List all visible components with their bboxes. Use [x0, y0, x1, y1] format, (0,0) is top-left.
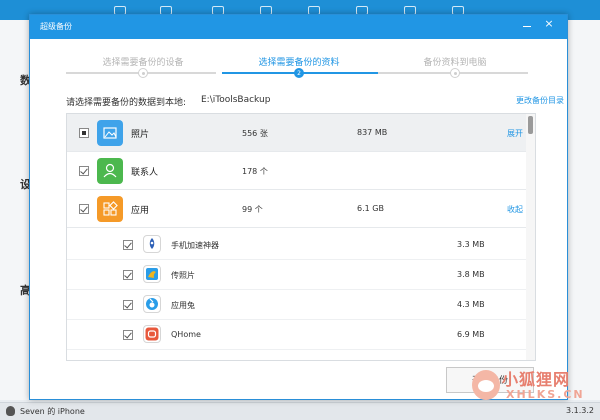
category-count: 99 个 [242, 205, 263, 214]
step-1-label: 选择需要备份的设备 [102, 58, 184, 68]
app-checkbox[interactable] [123, 330, 133, 340]
qhome-icon [143, 325, 161, 343]
app-name: QHome [171, 330, 201, 339]
app-row[interactable]: 手机加速神器 3.3 MB [67, 230, 527, 260]
apps-icon [97, 196, 123, 222]
app-size: 6.9 MB [457, 330, 485, 339]
app-size: 3.3 MB [457, 240, 485, 249]
category-count: 178 个 [242, 167, 268, 176]
photos-checkbox[interactable] [79, 128, 89, 138]
category-name: 联系人 [131, 168, 159, 178]
contact-icon [97, 158, 123, 184]
watermark: 小狐狸网 XHLKS.CN [470, 366, 596, 406]
collapse-link[interactable]: 收起 [507, 204, 523, 215]
backup-data-list: 照片 556 张 837 MB 展开 联系人 178 个 应用 99 个 6.1… [66, 113, 536, 361]
background-right-panel [568, 20, 600, 400]
step-1-dot [138, 68, 148, 78]
step-2-dot: 2 [294, 68, 304, 78]
change-directory-link[interactable]: 更改备份目录 [516, 95, 564, 106]
app-checkbox[interactable] [123, 270, 133, 280]
step-3-dot [450, 68, 460, 78]
fox-logo-icon [472, 370, 500, 400]
step-2-label: 选择需要备份的资料 [258, 58, 340, 68]
apps-checkbox[interactable] [79, 204, 89, 214]
category-row-contacts[interactable]: 联系人 178 个 [67, 152, 527, 190]
app-row[interactable]: 传照片 3.8 MB [67, 260, 527, 290]
backup-path-label: 请选择需要备份的数据到本地: [66, 98, 187, 108]
watermark-text: 小狐狸网 [502, 370, 571, 389]
scrollbar-thumb[interactable] [528, 116, 533, 134]
dialog-titlebar: 超级备份 × [30, 15, 567, 39]
app-checkbox[interactable] [123, 300, 133, 310]
category-count: 556 张 [242, 129, 268, 138]
backup-dialog: 超级备份 × 选择需要备份的设备 选择需要备份的资料 备份资料到电脑 2 请选择… [29, 14, 568, 400]
app-name: 手机加速神器 [171, 241, 219, 250]
app-row[interactable]: 应用兔 4.3 MB [67, 290, 527, 320]
rabbit-icon [143, 295, 161, 313]
apple-icon [6, 406, 15, 416]
contacts-checkbox[interactable] [79, 166, 89, 176]
backup-path-value: E:\iToolsBackup [201, 95, 271, 105]
app-checkbox[interactable] [123, 240, 133, 250]
version-label: 3.1.3.2 [566, 406, 594, 415]
category-row-photos[interactable]: 照片 556 张 837 MB 展开 [67, 114, 527, 152]
category-size: 837 MB [357, 128, 388, 137]
watermark-sub: XHLKS.CN [506, 388, 585, 401]
category-row-apps[interactable]: 应用 99 个 6.1 GB 收起 [67, 190, 527, 228]
minimize-button[interactable] [521, 19, 533, 29]
device-name[interactable]: Seven 的 iPhone [20, 406, 85, 417]
dialog-title: 超级备份 [40, 22, 72, 31]
close-button[interactable]: × [543, 18, 555, 29]
image-icon [97, 120, 123, 146]
app-name: 应用兔 [171, 301, 195, 310]
list-scrollbar[interactable] [526, 114, 535, 360]
bird-icon [143, 265, 161, 283]
app-size: 3.8 MB [457, 270, 485, 279]
app-size: 4.3 MB [457, 300, 485, 309]
category-size: 6.1 GB [357, 204, 384, 213]
category-name: 应用 [131, 206, 150, 216]
rocket-icon [143, 235, 161, 253]
app-name: 传照片 [171, 271, 195, 280]
step-3-label: 备份资料到电脑 [423, 58, 487, 68]
app-row[interactable]: QHome 6.9 MB [67, 320, 527, 350]
background-sidebar: 数 设 高 [0, 20, 31, 400]
backup-path-row: 请选择需要备份的数据到本地: E:\iToolsBackup 更改备份目录 [66, 95, 564, 109]
category-name: 照片 [131, 130, 150, 140]
expand-link[interactable]: 展开 [507, 128, 523, 139]
